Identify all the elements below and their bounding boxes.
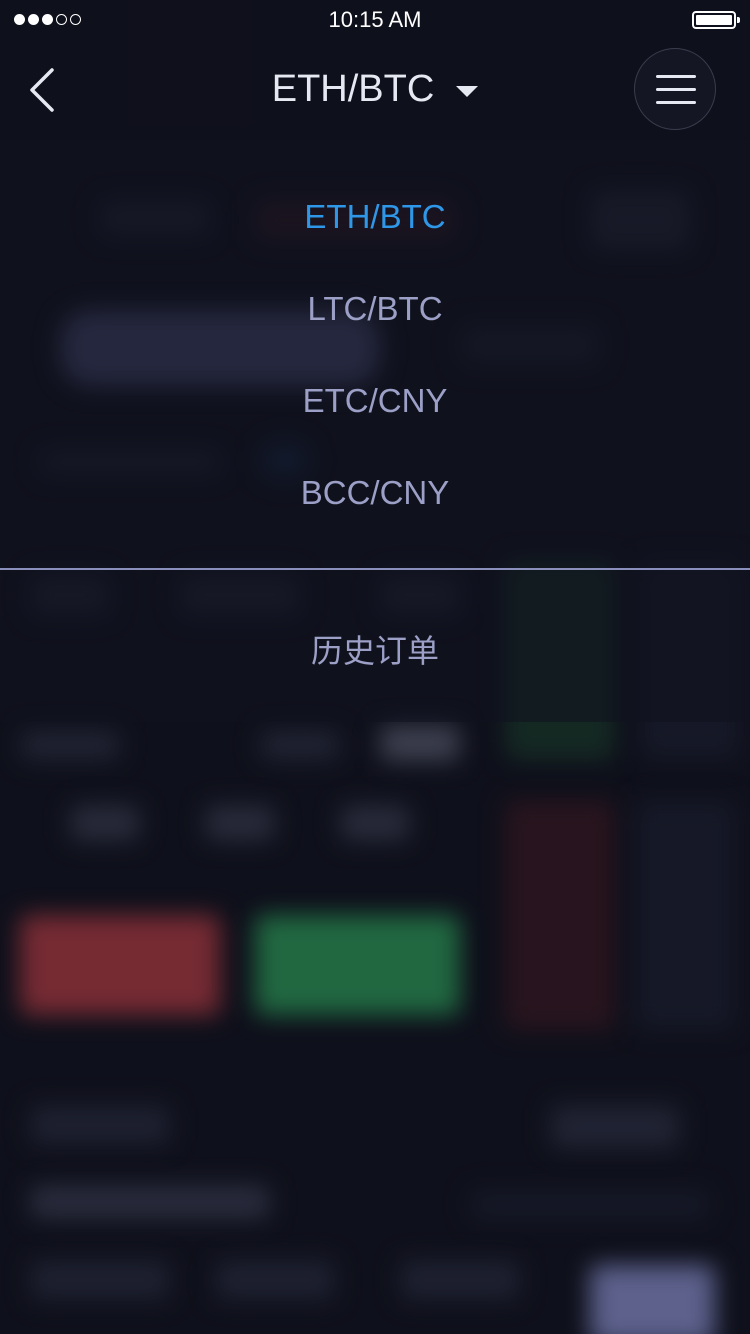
caret-down-icon — [456, 86, 479, 97]
hamburger-menu-icon — [656, 101, 696, 104]
pair-option-eth-btc[interactable]: ETH/BTC — [0, 198, 750, 236]
battery-icon — [692, 11, 740, 29]
battery-fill — [696, 15, 732, 25]
hamburger-menu-icon — [656, 88, 696, 91]
battery-tip — [737, 17, 740, 23]
pair-selector[interactable]: ETH/BTC — [272, 68, 479, 111]
pair-option-ltc-btc[interactable]: LTC/BTC — [0, 290, 750, 328]
status-bar: 10:15 AM — [0, 0, 750, 40]
history-orders-item[interactable]: 历史订单 — [0, 626, 750, 672]
pair-option-bcc-cny[interactable]: BCC/CNY — [0, 474, 750, 512]
menu-divider — [0, 568, 750, 570]
pair-dropdown-menu: ETH/BTC LTC/BTC ETC/CNY BCC/CNY 历史订单 — [0, 140, 750, 722]
pair-option-etc-cny[interactable]: ETC/CNY — [0, 382, 750, 420]
menu-button[interactable] — [634, 48, 716, 130]
hamburger-menu-icon — [656, 75, 696, 78]
nav-bar: ETH/BTC — [0, 40, 750, 140]
pair-selector-label: ETH/BTC — [271, 68, 435, 110]
status-time: 10:15 AM — [328, 7, 422, 32]
